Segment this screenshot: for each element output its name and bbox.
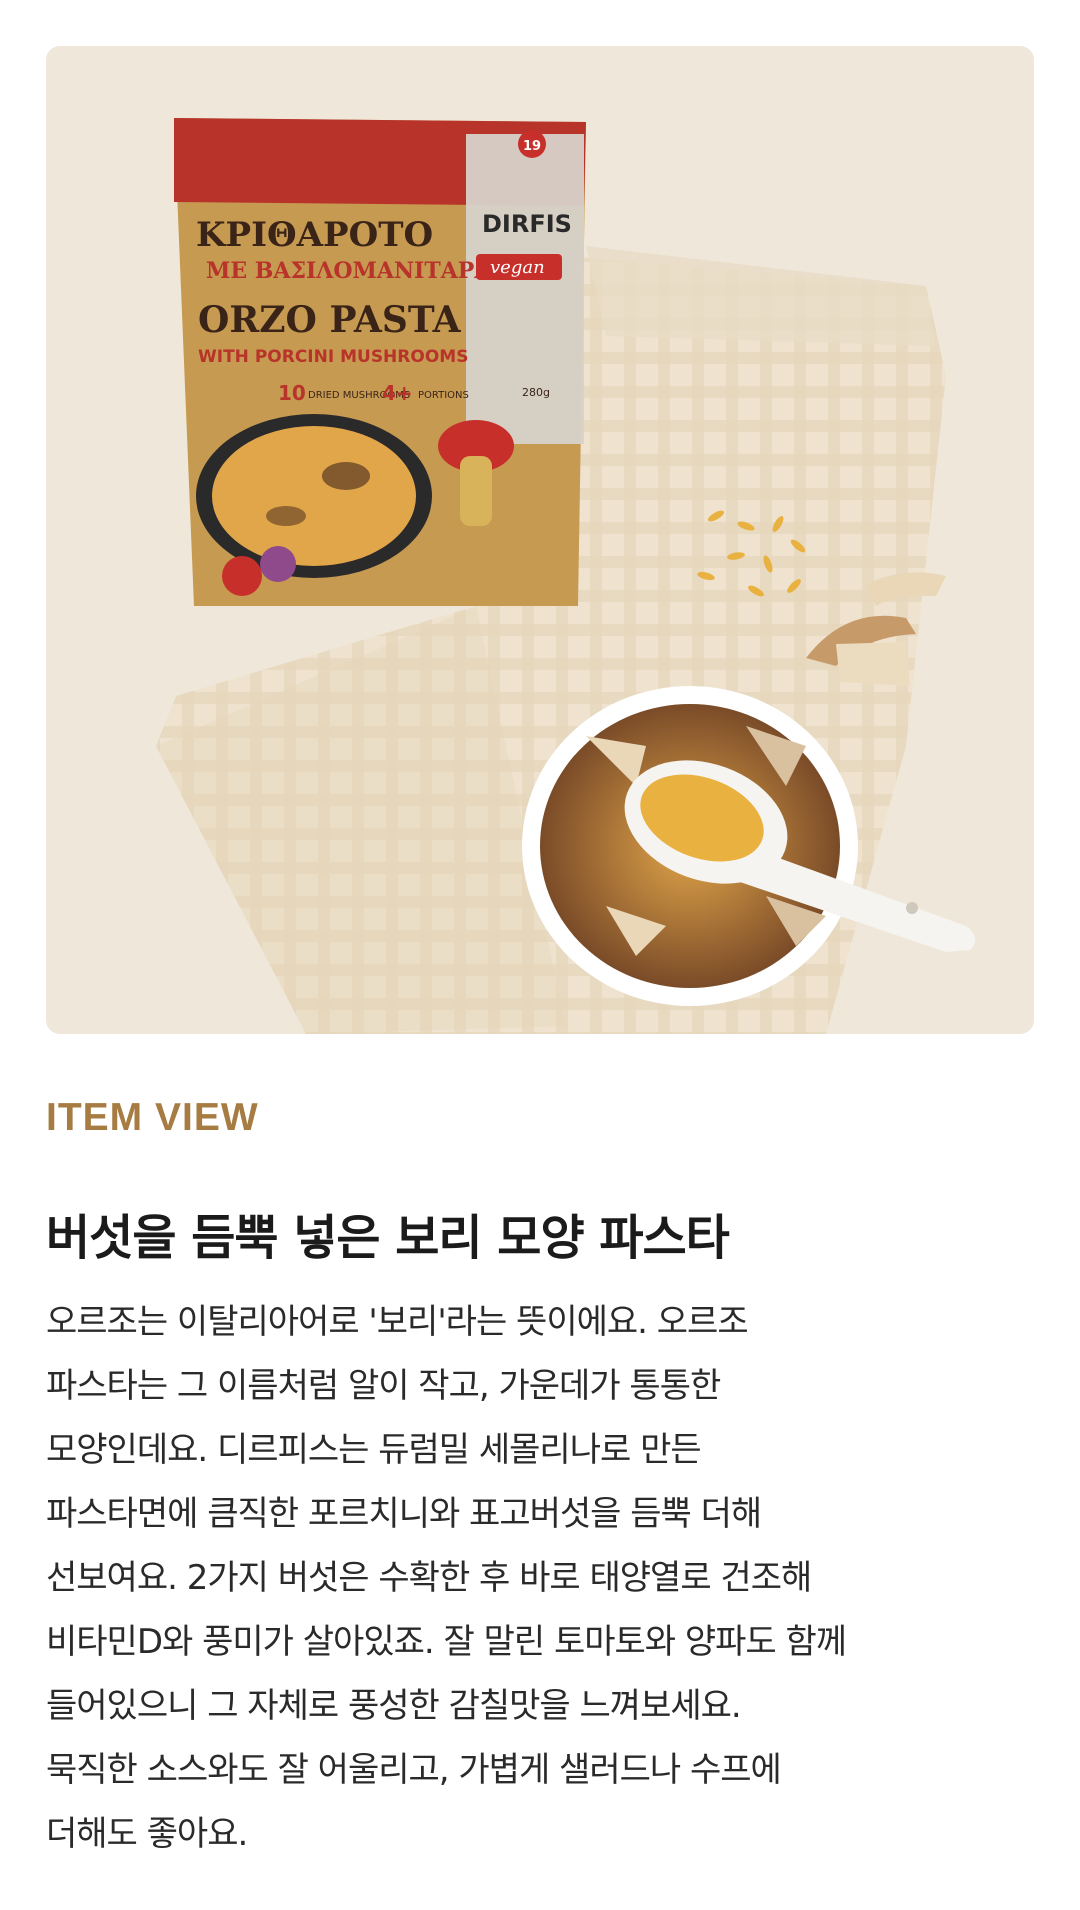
description-line: 선보여요. 2가지 버섯은 수확한 후 바로 태양열로 건조해 [46,1558,812,1598]
pasta-package: ΚΡΙΘΑΡΟΤΟ ΜΕ ΒΑΣΙΛΟΜΑΝΙΤΑΡΑ ORZO PASTA W… [174,118,586,606]
package-vegan-badge: vegan [490,257,545,278]
section-headline: 버섯을 듬뿍 넣은 보리 모양 파스타 [46,1210,730,1266]
description-line: 파스타면에 큼직한 포르치니와 표고버섯을 듬뿍 더해 [46,1494,762,1534]
package-stat-2-value: 4+ [382,381,413,405]
description-line: 더해도 좋아요. [46,1814,248,1854]
description-line: 묵직한 소스와도 잘 어울리고, 가볍게 샐러드나 수프에 [46,1750,782,1790]
description-line: 들어있으니 그 자체로 풍성한 감칠맛을 느껴보세요. [46,1686,742,1726]
package-stat-2-label: PORTIONS [418,390,469,401]
description-line: 오르조는 이탈리아어로 '보리'라는 뜻이에요. 오르조 [46,1302,749,1342]
description-text: 오르조는 이탈리아어로 '보리'라는 뜻이에요. 오르조 파스타는 그 이름처럼… [46,1290,1036,1866]
package-subtitle-en: WITH PORCINI MUSHROOMS [198,347,468,367]
package-title-greek-1: ΚΡΙΘΑΡΟΤΟ [196,215,433,255]
package-title-en: ORZO PASTA [198,299,462,341]
product-photo: ΚΡΙΘΑΡΟΤΟ ΜΕ ΒΑΣΙΛΟΜΑΝΙΤΑΡΑ ORZO PASTA W… [46,46,1034,1034]
description-line: 파스타는 그 이름처럼 알이 작고, 가운데가 통통한 [46,1366,721,1406]
package-stat-1-value: 10 [278,381,306,405]
package-title-greek-2: ΜΕ ΒΑΣΙΛΟΜΑΝΙΤΑΡΑ [206,258,492,284]
package-number-badge: 19 [523,139,541,154]
product-detail-page: ΚΡΙΘΑΡΟΤΟ ΜΕ ΒΑΣΙΛΟΜΑΝΙΤΑΡΑ ORZO PASTA W… [0,0,1080,1910]
description-line: 모양인데요. 디르피스는 듀럼밀 세몰리나로 만든 [46,1430,702,1470]
product-photo-illustration: ΚΡΙΘΑΡΟΤΟ ΜΕ ΒΑΣΙΛΟΜΑΝΙΤΑΡΑ ORZO PASTA W… [46,46,1034,1034]
package-brand: DIRFIS [482,210,572,238]
section-eyebrow: ITEM VIEW [46,1096,259,1139]
description-line: 비타민D와 풍미가 살아있죠. 잘 말린 토마토와 양파도 함께 [46,1622,847,1662]
package-weight: 280g [522,386,550,399]
